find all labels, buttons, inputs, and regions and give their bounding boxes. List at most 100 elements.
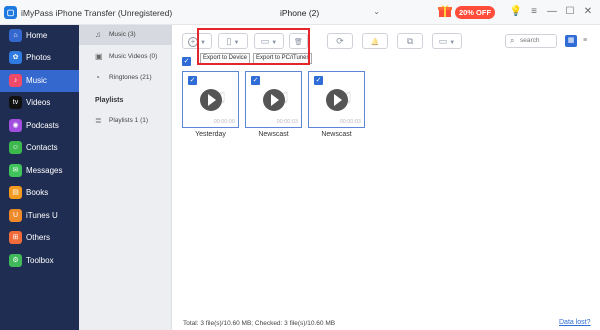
podcasts-icon: ◉ [9,119,22,132]
data-lost-link[interactable]: Data lost? [559,319,591,326]
chevron-down-icon: ⌄ [373,7,380,16]
search-icon: ⌕ [510,36,515,45]
tooltip-export-to-pc: Export to PC/iTunes [253,53,313,64]
category-label: Playlists 1 (1) [109,117,149,124]
sidebar-item-podcasts[interactable]: ◉ Podcasts [0,115,79,137]
sidebar-item-label: Toolbox [26,256,54,265]
app-title: iMyPass iPhone Transfer (Unregistered) [21,8,173,18]
playlist-icon: ≣ [95,116,102,125]
export-to-device-button[interactable]: ▯ ▼ [218,33,248,49]
music-tile[interactable]: ✓ ♫ 00:00:00 [182,71,239,128]
sidebar: ⌂ Home ✿ Photos ♪ Music tv Videos ◉ Podc… [0,25,79,330]
sidebar-item-label: Podcasts [26,121,59,130]
copy-button[interactable]: ⧉ [397,33,423,49]
tile-checkbox[interactable]: ✓ [251,76,260,85]
sidebar-item-contacts[interactable]: ☺ Contacts [0,137,79,159]
close-icon[interactable]: ✕ [581,5,595,19]
sidebar-item-videos[interactable]: tv Videos [0,92,79,114]
play-icon[interactable] [263,89,285,111]
export-to-pc-button[interactable]: ▭ ▼ [254,33,284,49]
chevron-down-icon: ▼ [449,40,456,46]
chevron-down-icon: ▼ [233,40,240,46]
track-name: Newscast [258,131,289,138]
music-note-icon: ♫ [95,30,101,39]
category-label: Ringtones (21) [109,74,152,81]
export-pc-icon: ▭ [260,36,270,46]
app-logo-icon: ▢ [4,6,17,19]
category-playlist[interactable]: ≣ Playlists 1 (1) [79,111,172,131]
sidebar-item-label: Others [26,233,51,242]
sidebar-item-label: iTunes U [26,211,58,220]
search-input[interactable] [520,37,556,44]
sidebar-item-label: Home [26,31,48,40]
chevron-down-icon: ▼ [200,40,206,46]
music-tile[interactable]: ✓ ♫ 00:00:03 [308,71,365,128]
device-selector[interactable]: iPhone (2) ⌄ [266,6,380,20]
add-button[interactable]: + ▼ [182,33,212,49]
category-music[interactable]: ♫ Music (3) [79,25,172,45]
play-icon[interactable] [200,89,222,111]
sidebar-item-home[interactable]: ⌂ Home [0,25,79,47]
sidebar-item-label: Books [26,188,49,197]
contacts-icon: ☺ [9,141,22,154]
sidebar-item-music[interactable]: ♪ Music [0,70,79,92]
music-icon: ♪ [9,74,22,87]
gift-icon[interactable] [438,4,452,18]
track-name: Yesterday [195,131,226,138]
grid-view-button[interactable]: ▦ [565,35,577,47]
track-duration: 00:00:03 [339,119,361,125]
title-bar: ▢ iMyPass iPhone Transfer (Unregistered)… [0,0,600,25]
books-icon: ▤ [9,186,22,199]
chevron-down-icon: ▼ [271,40,278,46]
ringtone-icon: ◔ [95,73,100,82]
category-ringtones[interactable]: ◔ Ringtones (21) [79,68,172,88]
messages-icon: ✉ [9,164,22,177]
minimize-icon[interactable]: — [545,5,559,19]
sidebar-item-messages[interactable]: ✉ Messages [0,160,79,182]
videos-icon: tv [9,96,22,109]
sidebar-item-others[interactable]: ⊞ Others [0,227,79,249]
more-tools-button[interactable]: ▭ ▼ [432,33,462,49]
sidebar-item-label: Photos [26,53,51,62]
select-all-checkbox[interactable]: ✓ [182,57,191,66]
music-tile[interactable]: ✓ ♫ 00:00:03 [245,71,302,128]
tile-checkbox[interactable]: ✓ [314,76,323,85]
category-label: Music Videos (0) [109,53,158,60]
ringtone-maker-button[interactable]: 🔔 [362,33,388,49]
playlists-heading: Playlists [95,97,124,104]
track-duration: 00:00:00 [213,119,235,125]
bell-icon: 🔔 [370,39,380,46]
bulb-icon[interactable]: 💡 [509,5,523,19]
maximize-icon[interactable]: ☐ [563,5,577,19]
sidebar-item-books[interactable]: ▤ Books [0,182,79,204]
home-icon: ⌂ [9,29,22,42]
sidebar-item-label: Contacts [26,143,58,152]
category-music-videos[interactable]: ▣ Music Videos (0) [79,47,172,67]
sidebar-item-toolbox[interactable]: ⚙ Toolbox [0,250,79,272]
others-icon: ⊞ [9,231,22,244]
copy-icon: ⧉ [406,36,414,46]
sidebar-item-itunes-u[interactable]: U iTunes U [0,205,79,227]
play-icon[interactable] [326,89,348,111]
track-duration: 00:00:03 [276,119,298,125]
search-box[interactable]: ⌕ [505,34,557,48]
sidebar-item-label: Messages [26,166,63,175]
menu-icon[interactable]: ≡ [527,5,541,19]
sync-icon: ⟳ [336,36,344,46]
toolbox-icon: ⚙ [9,254,22,267]
delete-button[interactable]: 🗑 [289,33,308,49]
sidebar-item-label: Videos [26,98,51,107]
status-summary: Total: 3 file(s)/10.60 MB; Checked: 3 fi… [183,320,336,327]
add-icon: + [188,37,199,47]
tile-checkbox[interactable]: ✓ [188,76,197,85]
tooltip-export-to-device: Export to Device [200,53,251,64]
sync-button[interactable]: ⟳ [327,33,353,49]
export-device-icon: ▯ [226,36,232,46]
list-view-button[interactable]: ≡ [579,35,591,47]
itunes-u-icon: U [9,209,22,222]
category-panel: ♫ Music (3) ▣ Music Videos (0) ◔ Rington… [79,25,172,330]
sidebar-item-photos[interactable]: ✿ Photos [0,47,79,69]
promo-badge[interactable]: 20% OFF [455,6,495,19]
sidebar-item-label: Music [26,76,47,85]
track-name: Newscast [321,131,352,138]
